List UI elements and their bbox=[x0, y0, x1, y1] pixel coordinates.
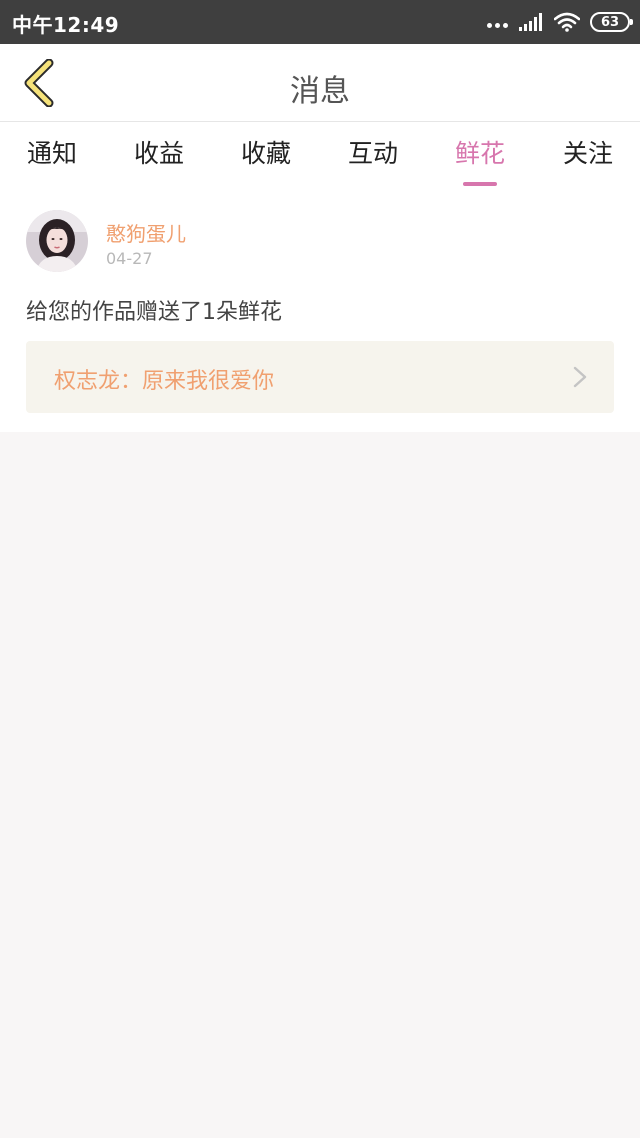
battery-icon: 63 bbox=[590, 12, 633, 32]
status-time: 中午12:49 bbox=[12, 13, 120, 37]
nav-bar: 消息 bbox=[0, 44, 640, 122]
more-dots-icon bbox=[487, 22, 508, 28]
chevron-right-icon bbox=[573, 366, 587, 388]
wifi-icon bbox=[554, 12, 580, 32]
tab-interactions[interactable]: 互动 bbox=[331, 134, 415, 180]
tab-earnings[interactable]: 收益 bbox=[117, 134, 201, 180]
avatar[interactable] bbox=[26, 210, 88, 272]
tab-label: 通知 bbox=[26, 139, 77, 168]
page-title: 消息 bbox=[290, 74, 350, 109]
tab-bar: 通知 收益 收藏 互动 鲜花 关注 bbox=[0, 122, 640, 186]
message-item: 憨狗蛋儿 04-27 给您的作品赠送了1朵鲜花 权志龙：原来我很爱你 bbox=[0, 186, 640, 432]
message-text: 给您的作品赠送了1朵鲜花 bbox=[26, 300, 282, 325]
tab-label: 收益 bbox=[133, 139, 184, 168]
tab-notifications[interactable]: 通知 bbox=[10, 134, 94, 180]
battery-level: 63 bbox=[600, 14, 620, 30]
avatar-image bbox=[26, 210, 88, 272]
tab-favorites[interactable]: 收藏 bbox=[224, 134, 308, 180]
status-icons: 63 bbox=[487, 10, 633, 34]
tab-following[interactable]: 关注 bbox=[546, 134, 630, 180]
tab-label: 互动 bbox=[347, 139, 398, 168]
tab-label: 收藏 bbox=[240, 139, 291, 168]
status-bar: 中午12:49 63 bbox=[0, 0, 640, 44]
message-date: 04-27 bbox=[106, 249, 153, 268]
username[interactable]: 憨狗蛋儿 bbox=[106, 218, 186, 247]
work-link-card[interactable]: 权志龙：原来我很爱你 bbox=[26, 341, 614, 413]
signal-icon bbox=[519, 13, 542, 31]
tab-flowers[interactable]: 鲜花 bbox=[438, 134, 522, 186]
tab-label: 鲜花 bbox=[454, 139, 505, 168]
tab-label: 关注 bbox=[562, 139, 613, 168]
work-title: 权志龙：原来我很爱你 bbox=[54, 369, 275, 394]
